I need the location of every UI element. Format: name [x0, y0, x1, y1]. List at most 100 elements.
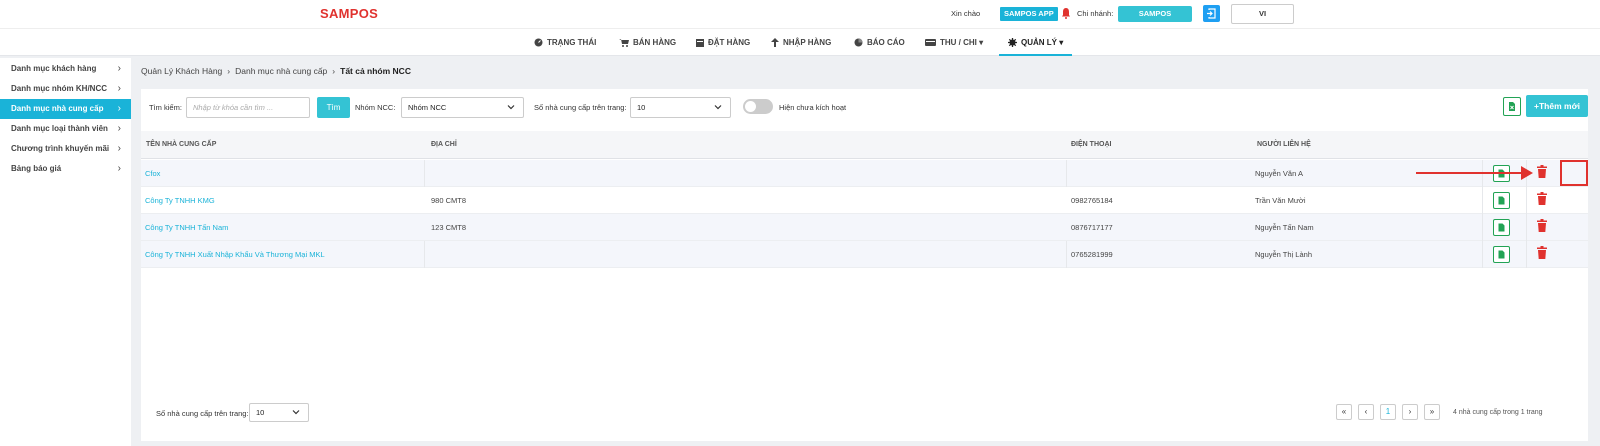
- excel-icon: [1498, 196, 1505, 205]
- column-divider: [1526, 241, 1527, 268]
- main-nav: TRẠNG THÁI BÁN HÀNG ĐẶT HÀNG NHẬP HÀNG B…: [0, 28, 1600, 56]
- nav-thu-chi[interactable]: THU / CHI ▾: [925, 29, 983, 56]
- search-button[interactable]: Tìm: [317, 97, 350, 118]
- nav-label: BÁN HÀNG: [633, 38, 677, 47]
- pagination-summary: 4 nhà cung cấp trong 1 trang: [1453, 409, 1543, 416]
- toggle-label: Hiện chưa kích hoạt: [779, 103, 847, 112]
- row-excel-button[interactable]: [1493, 246, 1510, 263]
- pie-chart-icon: [854, 38, 863, 47]
- supplier-name-link[interactable]: Cfox: [145, 160, 160, 187]
- row-excel-button[interactable]: [1493, 192, 1510, 209]
- supplier-name-link[interactable]: Công Ty TNHH Tấn Nam: [145, 214, 228, 241]
- nav-label: QUẢN LÝ: [1021, 38, 1057, 47]
- nav-label: NHẬP HÀNG: [783, 38, 832, 47]
- chevron-down-icon: ▾: [976, 38, 984, 47]
- supplier-phone: 0765281999: [1071, 250, 1113, 259]
- per-page-select[interactable]: 10: [630, 97, 731, 118]
- chevron-right-icon: ›: [117, 123, 121, 134]
- table-row: Công Ty TNHH Tấn Nam 123 CMT8 0876717177…: [141, 214, 1588, 241]
- row-excel-button[interactable]: [1493, 219, 1510, 236]
- footer-per-page-select[interactable]: 10: [249, 403, 309, 422]
- table-header: TÊN NHÀ CUNG CẤP ĐỊA CHỈ ĐIỆN THOẠI NGƯỜ…: [141, 131, 1588, 159]
- logout-button[interactable]: [1203, 5, 1220, 22]
- supplier-contact: Nguyễn Thị Lành: [1255, 250, 1312, 259]
- sidebar-item-nha-cung-cap[interactable]: Danh mục nhà cung cấp ›: [0, 99, 131, 119]
- first-page-button[interactable]: «: [1336, 404, 1352, 420]
- add-supplier-button[interactable]: +Thêm mới: [1526, 95, 1588, 117]
- gear-icon: [1008, 38, 1017, 47]
- supplier-phone: 0982765184: [1071, 196, 1113, 205]
- nav-quan-ly[interactable]: QUẢN LÝ ▾: [999, 29, 1073, 56]
- user-badge[interactable]: SAMPOS APP: [1000, 7, 1058, 21]
- nav-label: BÁO CÁO: [867, 38, 905, 47]
- chevron-right-icon: ›: [1408, 407, 1412, 416]
- column-header-name[interactable]: TÊN NHÀ CUNG CẤP: [146, 131, 216, 159]
- language-select[interactable]: VI: [1231, 4, 1294, 24]
- search-label: Tìm kiếm:: [149, 103, 182, 112]
- column-header-phone[interactable]: ĐIỆN THOẠI: [1071, 131, 1111, 159]
- footer-per-page-value: 10: [256, 408, 265, 417]
- nav-trang-thai[interactable]: TRẠNG THÁI: [534, 29, 596, 56]
- supplier-address: 980 CMT8: [431, 196, 467, 205]
- arrow-up-icon: [771, 38, 779, 47]
- sidebar-item-label: Danh mục khách hàng: [11, 64, 97, 73]
- sidebar-item-bang-bao-gia[interactable]: Bảng báo giá ›: [0, 159, 131, 179]
- sidebar-item-khach-hang[interactable]: Danh mục khách hàng ›: [0, 59, 131, 79]
- nav-dat-hang[interactable]: ĐẶT HÀNG: [696, 29, 750, 56]
- sidebar-item-loai-thanh-vien[interactable]: Danh mục loại thành viên ›: [0, 119, 131, 139]
- trash-icon[interactable]: [1537, 219, 1547, 232]
- breadcrumb-item[interactable]: Danh mục nhà cung cấp: [235, 66, 327, 76]
- page-number-button[interactable]: 1: [1380, 404, 1396, 420]
- sidebar-item-label: Danh mục nhà cung cấp: [11, 104, 104, 113]
- supplier-panel: Tìm kiếm: Nhập từ khóa cần tìm ... Tìm N…: [141, 89, 1588, 441]
- breadcrumb-item[interactable]: Quản Lý Khách Hàng: [141, 66, 222, 76]
- supplier-address: 123 CMT8: [431, 223, 467, 232]
- top-bar: SAMPOS Xin chào SAMPOS APP Chi nhánh: SA…: [0, 0, 1600, 28]
- sidebar: Danh mục khách hàng › Danh mục nhóm KH/NC…: [0, 58, 131, 446]
- group-select[interactable]: Nhóm NCC: [401, 97, 524, 118]
- sidebar-item-nhom-kh-ncc[interactable]: Danh mục nhóm KH/NCC ›: [0, 79, 131, 99]
- last-page-button[interactable]: »: [1424, 404, 1440, 420]
- nav-bao-cao[interactable]: BÁO CÁO: [854, 29, 905, 56]
- nav-label: THU / CHI: [940, 38, 977, 47]
- chevron-left-icon: ‹: [1364, 407, 1368, 416]
- export-excel-button[interactable]: [1503, 97, 1521, 116]
- supplier-contact: Nguyễn Văn A: [1255, 169, 1303, 178]
- app-logo[interactable]: SAMPOS: [320, 6, 378, 21]
- column-divider: [1526, 214, 1527, 241]
- next-page-button[interactable]: ›: [1402, 404, 1418, 420]
- column-divider: [1066, 241, 1067, 268]
- chevron-down-icon: [292, 410, 300, 415]
- trash-icon[interactable]: [1537, 192, 1547, 205]
- bank-icon: [925, 39, 936, 46]
- column-header-address[interactable]: ĐỊA CHỈ: [431, 131, 457, 159]
- column-header-contact[interactable]: NGƯỜI LIÊN HỆ: [1257, 131, 1311, 159]
- delete-highlight-box: [1560, 160, 1588, 186]
- inactive-toggle[interactable]: [743, 99, 773, 114]
- column-divider: [424, 241, 425, 268]
- search-input[interactable]: Nhập từ khóa cần tìm ...: [186, 97, 310, 118]
- branch-label: Chi nhánh:: [1077, 9, 1114, 18]
- supplier-name-link[interactable]: Công Ty TNHH KMG: [145, 187, 215, 214]
- chevron-right-icon: ›: [117, 163, 121, 174]
- nav-ban-hang[interactable]: BÁN HÀNG: [619, 29, 676, 56]
- trash-icon[interactable]: [1537, 246, 1547, 259]
- sidebar-item-label: Danh mục nhóm KH/NCC: [11, 84, 107, 93]
- chevron-right-icon: ›: [117, 103, 121, 114]
- excel-icon: [1498, 250, 1505, 259]
- chevron-right-icon: ›: [117, 143, 121, 154]
- annotation-arrow-head: [1521, 166, 1533, 180]
- branch-selector[interactable]: SAMPOS: [1118, 6, 1192, 22]
- supplier-name-link[interactable]: Công Ty TNHH Xuất Nhập Khẩu Và Thương Mạ…: [145, 241, 325, 268]
- sidebar-item-label: Bảng báo giá: [11, 164, 62, 173]
- footer-per-page-label: Số nhà cung cấp trên trang:: [156, 409, 249, 418]
- per-page-value: 10: [637, 103, 646, 112]
- bell-icon[interactable]: [1061, 7, 1071, 19]
- sidebar-item-khuyen-mai[interactable]: Chương trình khuyến mãi ›: [0, 139, 131, 159]
- trash-icon[interactable]: [1537, 165, 1547, 178]
- column-divider: [1066, 160, 1067, 187]
- sidebar-item-label: Chương trình khuyến mãi: [11, 144, 110, 153]
- double-chevron-right-icon: »: [1429, 407, 1435, 416]
- nav-nhap-hang[interactable]: NHẬP HÀNG: [771, 29, 831, 56]
- prev-page-button[interactable]: ‹: [1358, 404, 1374, 420]
